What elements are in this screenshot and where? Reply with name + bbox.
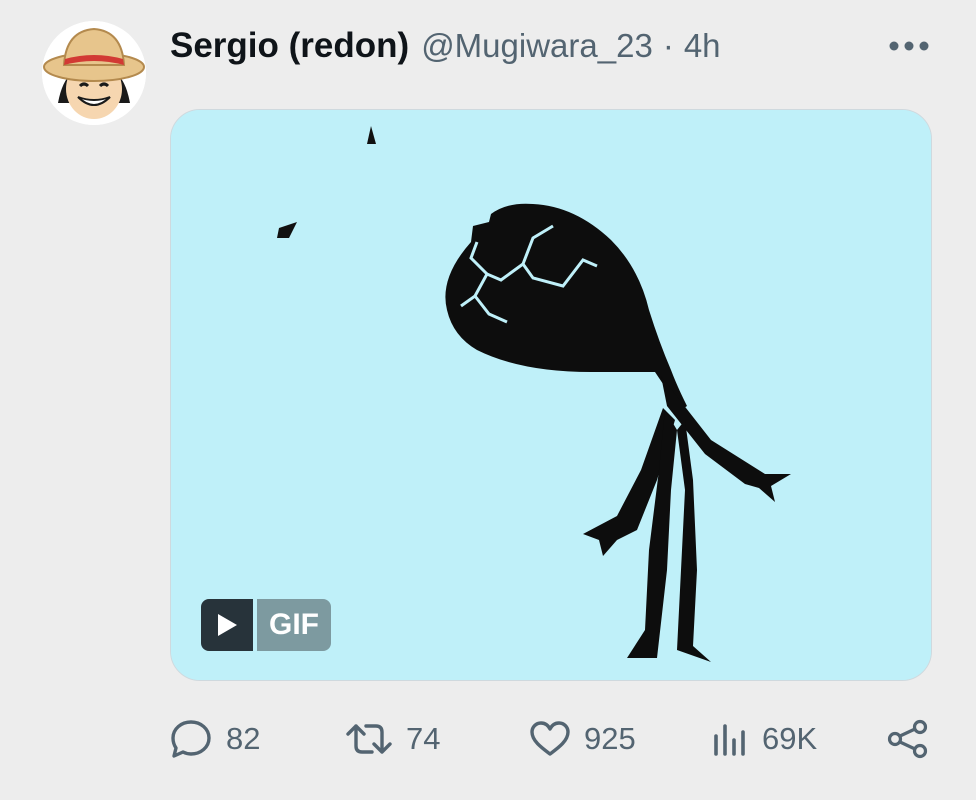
like-button[interactable]: 925 <box>530 700 636 778</box>
reply-button[interactable]: 82 <box>170 700 260 778</box>
retweet-icon <box>346 724 392 754</box>
views-button[interactable]: 69K <box>712 700 817 778</box>
separator-dot: · <box>662 27 674 64</box>
share-icon <box>887 719 928 759</box>
reply-count: 82 <box>226 721 261 756</box>
retweet-count: 74 <box>406 721 441 756</box>
like-count: 925 <box>584 721 636 756</box>
share-button[interactable] <box>886 700 930 778</box>
more-icon[interactable] <box>884 30 934 62</box>
tweet[interactable]: Sergio (redon) @Mugiwara_23 · 4h GIF 82 … <box>0 0 976 800</box>
gif-controls: GIF <box>201 599 331 651</box>
retweet-button[interactable]: 74 <box>346 700 440 778</box>
action-bar: 82 74 925 69K <box>0 700 976 778</box>
timestamp[interactable]: 4h <box>684 27 721 65</box>
gif-frame-image <box>171 110 931 680</box>
views-icon <box>714 724 745 756</box>
view-count: 69K <box>762 721 818 756</box>
author-handle[interactable]: @Mugiwara_23 <box>421 27 653 65</box>
play-icon[interactable] <box>201 599 253 651</box>
reply-icon <box>171 720 211 758</box>
author-name[interactable]: Sergio (redon) <box>170 26 409 66</box>
gif-badge: GIF <box>257 599 331 651</box>
avatar[interactable] <box>42 21 146 125</box>
tweet-header: Sergio (redon) @Mugiwara_23 · 4h <box>170 24 721 68</box>
gif-media[interactable]: GIF <box>170 109 932 681</box>
like-icon <box>530 721 570 756</box>
